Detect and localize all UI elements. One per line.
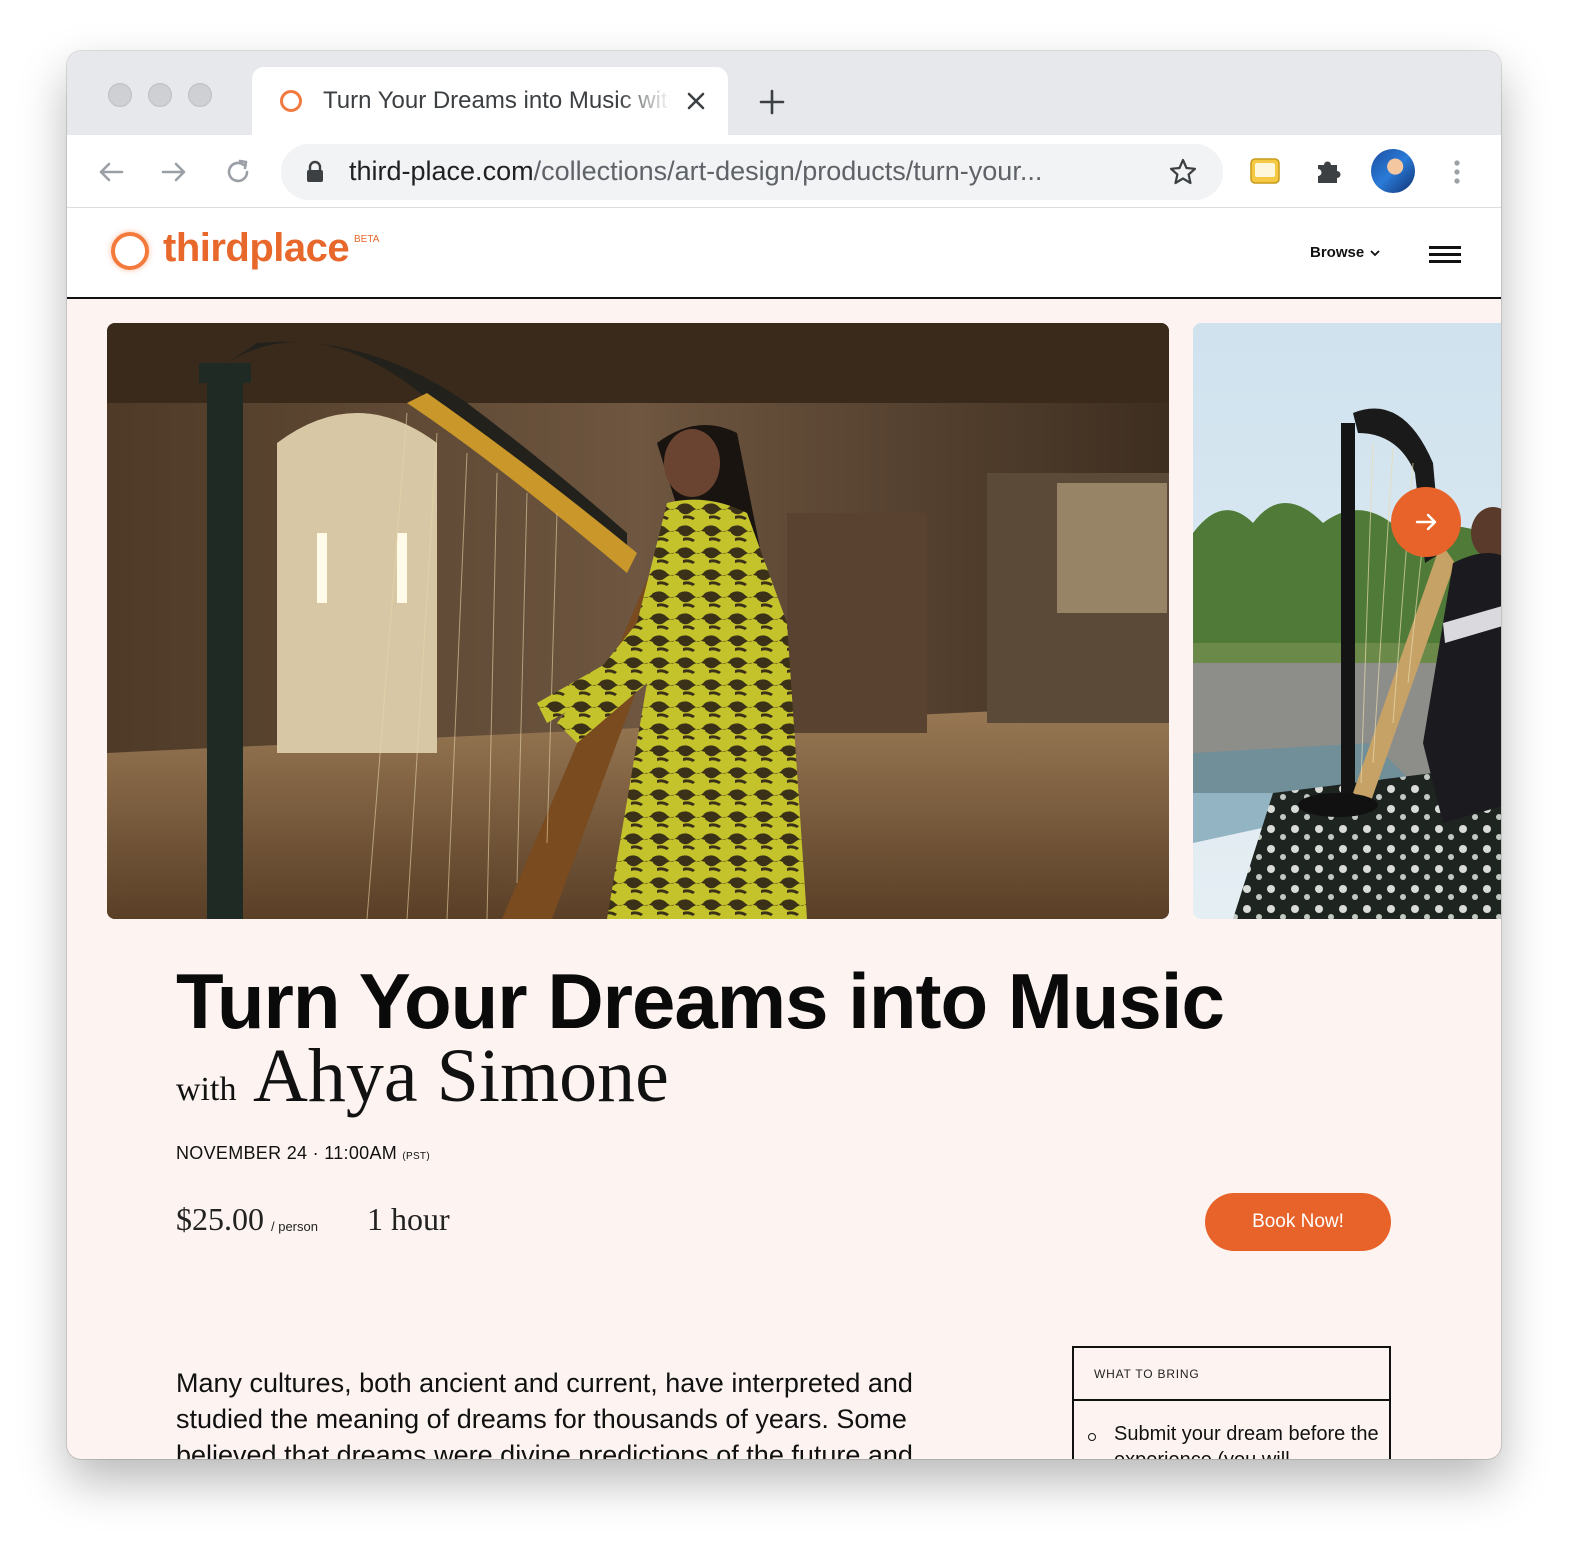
date-time-text: NOVEMBER 24 · 11:00AM: [176, 1143, 398, 1163]
main-product-image[interactable]: [107, 323, 1169, 919]
browse-label: Browse: [1310, 244, 1365, 261]
favicon-icon: [280, 90, 302, 112]
duration: 1 hour: [367, 1201, 450, 1237]
profile-avatar[interactable]: [1371, 149, 1415, 193]
with-label: with: [176, 1071, 237, 1108]
lock-icon: [307, 160, 323, 182]
site-logo[interactable]: thirdplace: [163, 226, 350, 271]
gallery-next-button[interactable]: [1391, 487, 1461, 557]
url-host: third-place.com: [349, 156, 534, 186]
url-text: third-place.com/collections/art-design/p…: [349, 156, 1042, 187]
arrow-right-icon: [1415, 513, 1437, 531]
close-tab-icon[interactable]: [682, 87, 710, 115]
product-description: Many cultures, both ancient and current,…: [176, 1368, 913, 1459]
book-now-button[interactable]: Book Now!: [1205, 1193, 1391, 1251]
bookmark-star-icon[interactable]: [1167, 156, 1199, 188]
what-to-bring-header: WHAT TO BRING: [1074, 1348, 1389, 1401]
secondary-product-image[interactable]: [1193, 323, 1501, 919]
hamburger-menu-icon[interactable]: [1429, 246, 1461, 266]
reload-icon[interactable]: [221, 155, 255, 189]
tab-strip: Turn Your Dreams into Music with Ahya Si…: [67, 51, 1501, 135]
maximize-window-button[interactable]: [188, 83, 212, 107]
minimize-window-button[interactable]: [148, 83, 172, 107]
more-menu-icon[interactable]: [1440, 155, 1474, 189]
timezone-label: (PST): [402, 1151, 430, 1162]
extension-window-icon[interactable]: [1248, 154, 1282, 188]
new-tab-icon[interactable]: [757, 87, 787, 117]
list-item: Submit your dream before the experience …: [1074, 1401, 1389, 1459]
host-name[interactable]: Ahya Simone: [253, 1033, 669, 1120]
chevron-down-icon: [1370, 250, 1380, 257]
browse-menu[interactable]: Browse: [1310, 244, 1380, 261]
beta-badge: BETA: [354, 234, 380, 245]
logo-ring-icon[interactable]: [111, 232, 149, 270]
browser-window: Turn Your Dreams into Music with Ahya Si…: [67, 51, 1501, 1459]
address-bar[interactable]: third-place.com/collections/art-design/p…: [281, 144, 1223, 200]
extensions-puzzle-icon[interactable]: [1312, 154, 1346, 188]
price: $25.00: [176, 1201, 264, 1237]
tab-title: Turn Your Dreams into Music with Ahya Si…: [323, 87, 671, 114]
browser-toolbar: third-place.com/collections/art-design/p…: [67, 135, 1501, 208]
price-unit: / person: [271, 1219, 318, 1234]
back-icon[interactable]: [94, 155, 128, 189]
site-header: thirdplace BETA Browse: [67, 208, 1501, 299]
event-datetime: NOVEMBER 24 · 11:00AM (PST): [176, 1143, 430, 1164]
what-to-bring-box: WHAT TO BRING Submit your dream before t…: [1072, 1346, 1391, 1459]
close-window-button[interactable]: [108, 83, 132, 107]
url-path: /collections/art-design/products/turn-yo…: [533, 156, 1043, 186]
active-tab[interactable]: Turn Your Dreams into Music with Ahya Si…: [252, 67, 728, 135]
forward-icon[interactable]: [157, 155, 191, 189]
